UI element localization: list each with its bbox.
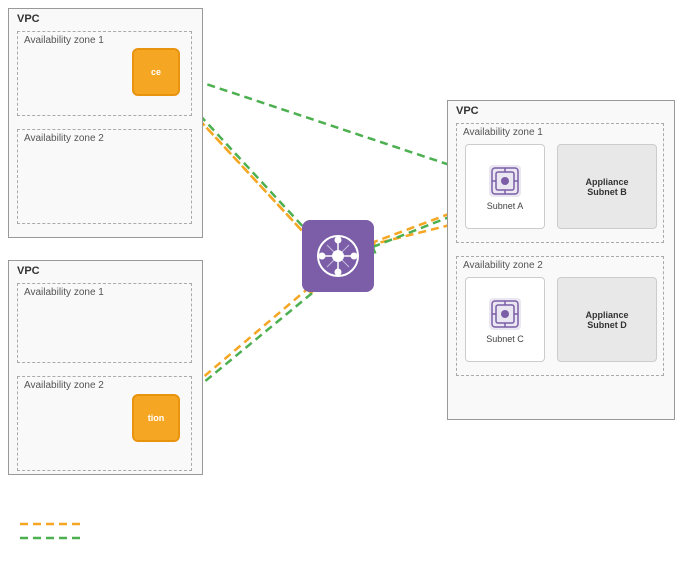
az1-left-bottom: Availability zone 1 <box>17 283 192 363</box>
subnet-c: Subnet C <box>465 277 545 362</box>
subnet-b-label: ApplianceSubnet B <box>585 177 628 197</box>
diagram-container: VPC Availability zone 1 Availability zon… <box>0 0 686 567</box>
az1-left-top-label: Availability zone 1 <box>24 35 104 46</box>
subnet-b: ApplianceSubnet B <box>557 144 657 229</box>
vpc-left-top-label: VPC <box>17 13 40 25</box>
subnet-c-label: Subnet C <box>486 334 524 344</box>
subnet-c-icon <box>487 296 523 332</box>
az1-left-bottom-label: Availability zone 1 <box>24 287 104 298</box>
subnet-d: ApplianceSubnet D <box>557 277 657 362</box>
vpc-right-label: VPC <box>456 105 479 117</box>
vpc-left-bottom: VPC Availability zone 1 Availability zon… <box>8 260 203 475</box>
az2-left-top-label: Availability zone 2 <box>24 133 104 144</box>
az1-right-label: Availability zone 1 <box>463 127 543 138</box>
legend-green-line <box>20 533 80 543</box>
subnet-a-label: Subnet A <box>487 201 524 211</box>
legend-orange-line <box>20 519 80 529</box>
subnet-d-label: ApplianceSubnet D <box>585 310 628 330</box>
legend-green <box>20 533 80 543</box>
az2-left-top: Availability zone 2 <box>17 129 192 224</box>
az2-left-bottom-label: Availability zone 2 <box>24 380 104 391</box>
az2-right: Availability zone 2 Subnet C ApplianceSu… <box>456 256 664 376</box>
orange-box-top: ce <box>132 48 180 96</box>
legend-orange <box>20 519 80 529</box>
subnet-a: Subnet A <box>465 144 545 229</box>
vpc-left-bottom-label: VPC <box>17 265 40 277</box>
orange-box-bottom-label: tion <box>148 413 165 423</box>
subnet-a-icon <box>487 163 523 199</box>
vpc-right: VPC Availability zone 1 Subnet A <box>447 100 675 420</box>
vpc-left-top: VPC Availability zone 1 Availability zon… <box>8 8 203 238</box>
orange-box-top-label: ce <box>151 67 161 77</box>
orange-box-bottom: tion <box>132 394 180 442</box>
hub-icon <box>313 231 363 281</box>
az1-right: Availability zone 1 Subnet A ApplianceSu… <box>456 123 664 243</box>
central-hub <box>302 220 374 292</box>
legend <box>20 519 80 547</box>
az2-right-label: Availability zone 2 <box>463 260 543 271</box>
